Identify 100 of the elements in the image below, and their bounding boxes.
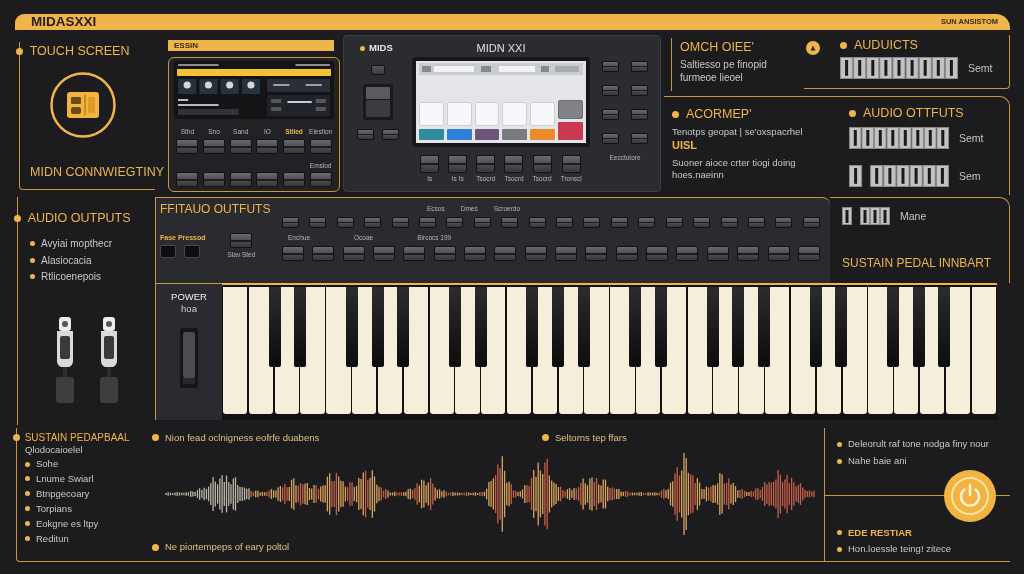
device-pad-icon	[371, 65, 385, 75]
power-sublabel: hoa	[181, 303, 197, 316]
device-pad-icon	[583, 217, 601, 228]
device-pad-icon	[176, 172, 199, 187]
device-pad-icon	[504, 155, 524, 173]
device-pad-icon	[229, 172, 252, 187]
screen-card	[419, 102, 444, 126]
device-pad-icon	[693, 217, 711, 228]
strip-label: Mane	[900, 209, 927, 223]
strip-label: Sem	[959, 170, 981, 183]
section-heading: EDE RESTIAR	[848, 526, 912, 539]
bullet-dot-icon	[542, 434, 549, 442]
bullet-text: Sohe	[36, 458, 59, 470]
bullet-dot-icon	[840, 41, 847, 49]
preset-pad-icon	[160, 245, 176, 259]
device-pad-icon	[446, 217, 464, 228]
section-caption: MIDN CONNWIEGTINY	[30, 164, 165, 179]
device-pad-icon	[176, 138, 199, 154]
device-pad-icon	[283, 172, 305, 187]
device-pad-icon	[419, 217, 437, 228]
screen-card	[446, 102, 472, 126]
section-heading: AUDIO OUTPUTS	[27, 211, 131, 226]
bullet-dot-icon	[25, 506, 30, 512]
bullet-dot-icon	[30, 241, 35, 247]
bullet-dot-icon	[849, 109, 856, 117]
key-strip-icon	[849, 165, 949, 188]
strip-label: Semt	[959, 132, 984, 145]
device-pad-icon	[602, 61, 619, 72]
device-pad-icon	[229, 138, 252, 154]
bullet-text: Avyiai mopthecr	[41, 237, 112, 251]
device-pad-icon	[665, 217, 683, 228]
section-heading: OMCH OIEE'	[680, 40, 754, 55]
device-pad-icon	[382, 129, 399, 140]
device-pad-icon	[631, 133, 648, 144]
device-pad-icon	[357, 129, 374, 140]
info-text: Saltiesso pe finopid furmeoe lieoel	[680, 58, 768, 85]
device-pad-icon	[556, 217, 574, 228]
note-text: Ne piortempeps of eary poltol	[165, 541, 290, 553]
device-pad-icon	[524, 246, 547, 261]
section-heading: ACORMEP'	[686, 107, 752, 122]
device-pad-icon	[561, 155, 581, 173]
device-pad-icon	[585, 246, 608, 261]
rocker-switch-icon	[180, 327, 198, 388]
bullet-dot-icon	[25, 461, 30, 467]
device-pad-icon	[747, 217, 765, 228]
bullet-text: Alasiocacia	[41, 253, 92, 267]
device-pad-icon	[797, 246, 820, 261]
key-strip-icon	[849, 127, 949, 150]
chip-icon	[50, 72, 116, 139]
device-pad-icon	[420, 155, 440, 173]
device-pad-icon	[230, 232, 253, 248]
panel-label: FFITAUO OUTFUTS	[160, 203, 271, 217]
power-icon	[944, 469, 996, 522]
device-pad-icon	[802, 217, 820, 228]
device-pad-icon	[706, 246, 729, 261]
bullet-text: Lnume Swiarl	[36, 473, 94, 485]
info-text: Suoner aioce crter tiogi doing hoes.naeinn	[672, 156, 797, 182]
screen-card	[558, 100, 583, 119]
device-pad-icon	[532, 155, 552, 173]
device-pad-icon	[501, 217, 519, 228]
device-pad-icon	[282, 246, 304, 261]
section-heading: TOUCH SCREEN	[29, 44, 130, 59]
device-pad-icon	[256, 138, 279, 154]
device-pad-icon	[646, 246, 669, 261]
bullet-dot-icon	[837, 441, 842, 447]
device-pad-icon	[256, 172, 279, 187]
device-pad-icon	[364, 217, 382, 228]
bullet-text: Nahe baie ani	[848, 455, 907, 468]
bullet-text: Reditun	[36, 532, 69, 545]
device-pad-icon	[391, 217, 409, 228]
callout-label: MIDS	[369, 42, 393, 54]
device-pad-icon	[602, 133, 619, 144]
badge-icon	[806, 41, 820, 55]
bullet-dot-icon	[25, 476, 30, 482]
fader-icon	[363, 84, 393, 120]
device-pad-icon	[464, 246, 487, 261]
device-pad-icon	[342, 246, 365, 261]
section-heading: AUDUICTS	[854, 38, 918, 53]
brand-title: MIDASXXI	[31, 15, 97, 29]
bullet-text: Hon.loessle teing! zitece	[848, 543, 951, 556]
bullet-dot-icon	[152, 543, 159, 551]
bullet-dot-icon	[837, 529, 842, 535]
device-pad-icon	[203, 138, 225, 154]
device-pad-icon	[283, 138, 305, 154]
bullet-dot-icon	[15, 47, 23, 55]
device-pad-icon	[767, 246, 790, 261]
bullet-text: Torpians	[36, 503, 72, 515]
bullet-dot-icon	[672, 110, 679, 118]
device-pad-icon	[602, 109, 619, 120]
screen-card	[502, 102, 528, 126]
bullet-dot-icon	[12, 434, 20, 442]
strip-label: Semt	[968, 62, 993, 75]
note-text: Seltorns tep ffars	[555, 432, 627, 444]
bullet-dot-icon	[30, 257, 35, 263]
device-pad-icon	[203, 172, 225, 187]
bullet-dot-icon	[13, 214, 21, 222]
bullet-dot-icon	[152, 434, 159, 442]
device-pad-icon	[528, 217, 546, 228]
device-pad-icon	[473, 217, 491, 228]
note-text: Nion fead oclnigness eofrfe duabens	[165, 432, 320, 444]
